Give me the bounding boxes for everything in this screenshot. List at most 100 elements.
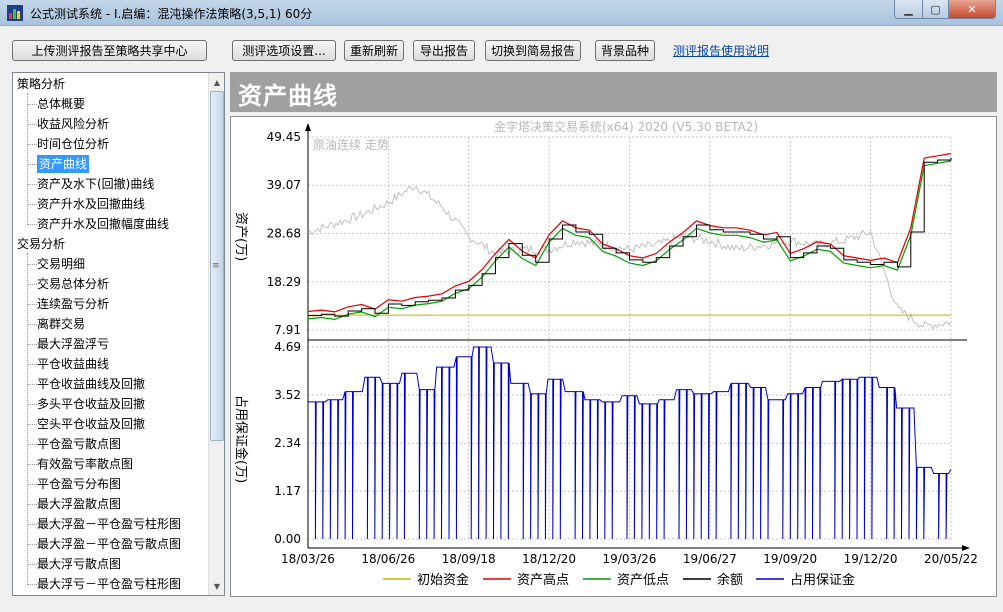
scroll-down-icon[interactable]: ▼ (210, 578, 224, 594)
tree-group[interactable]: 交易分析 (17, 235, 65, 253)
tree-item[interactable]: 最大浮盈散点图 (37, 495, 121, 513)
tree-item[interactable]: 平仓盈亏分布图 (37, 475, 121, 493)
x-tick-label: 18/09/18 (442, 552, 496, 566)
upload-report-button[interactable]: 上传测评报告至策略共享中心 (12, 40, 207, 61)
y-tick-label: 1.17 (274, 484, 301, 498)
tree-item[interactable]: 连续盈亏分析 (37, 295, 109, 313)
tree-connector (27, 284, 37, 285)
legend-label: 资产高点 (517, 572, 569, 588)
y-tick-label: 2.34 (274, 436, 301, 450)
app-icon (7, 5, 23, 21)
watermark: 金字塔决策交易系统(x64) 2020 (V5.30 BETA2) (494, 119, 758, 134)
y-tick-label: 39.07 (267, 178, 301, 192)
tree-item[interactable]: 资产升水及回撤曲线 (37, 195, 145, 213)
legend-label: 占用保证金 (790, 572, 855, 588)
maximize-icon: ▢ (930, 2, 941, 16)
tree-item[interactable]: 离群交易 (37, 315, 85, 333)
title-bar: 公式测试系统 - I.启编：混沌操作法策略(3,5,1) 60分 ▁ ▢ ✕ (0, 0, 1003, 26)
y-tick-label: 0.00 (274, 532, 301, 546)
tree-item[interactable]: 最大浮亏散点图 (37, 555, 121, 573)
tree-item[interactable]: 资产及水下(回撤)曲线 (37, 175, 154, 193)
tree-connector (27, 544, 37, 545)
x-tick-label: 18/06/26 (361, 552, 415, 566)
tree-connector (27, 444, 37, 445)
refresh-button[interactable]: 重新刷新 (344, 40, 404, 61)
tree-connector (27, 564, 37, 565)
close-button[interactable]: ✕ (948, 0, 996, 19)
tree-connector (27, 304, 37, 305)
tree-scrollbar[interactable]: ▲ ≡ ▼ (208, 73, 224, 595)
tree-connector (27, 504, 37, 505)
legend-label: 初始资金 (417, 572, 469, 588)
tree-item[interactable]: 平仓收益曲线及回撤 (37, 375, 145, 393)
background-symbol-button[interactable]: 背景品种 (595, 40, 655, 61)
x-tick-label: 19/03/26 (603, 552, 657, 566)
y-tick-label: 3.52 (274, 388, 301, 402)
y-tick-label: 28.68 (267, 227, 301, 241)
y-tick-label: 7.91 (274, 323, 301, 337)
tree-connector (27, 364, 37, 365)
tree-item[interactable]: 交易明细 (37, 255, 85, 273)
y-axis-arrow-icon (305, 123, 311, 131)
tree-item[interactable]: 空头平仓收益及回撤 (37, 415, 145, 433)
tree-connector (27, 584, 37, 585)
window-title: 公式测试系统 - I.启编：混沌操作法策略(3,5,1) 60分 (30, 7, 313, 21)
background-series-label: 原油连续 走势 (313, 137, 389, 152)
tree-connector (27, 424, 37, 425)
legend-label: 余额 (717, 572, 743, 588)
tree-connector (27, 144, 37, 145)
equity-chart: 18/03/26 18/06/26 18/09/18 18/12/20 19/03/26… (230, 116, 997, 597)
panel-title: 资产曲线 (238, 82, 338, 110)
report-tree: 策略分析总体概要收益风险分析 时间仓位分析 资产曲线资产及水下(回撤)曲线 资产升水及… (12, 72, 225, 596)
close-icon: ✕ (967, 2, 977, 16)
legend-label: 资产低点 (617, 573, 669, 588)
panel-header: 资产曲线 (230, 72, 997, 112)
tree-item[interactable]: 最大浮盈－平仓盈亏散点图 (37, 535, 181, 553)
y-tick-label: 18.29 (267, 275, 301, 289)
minimize-icon: ▁ (904, 2, 913, 16)
tree-item[interactable]: 资产曲线 (37, 155, 90, 173)
tree-item[interactable]: 最大浮盈浮亏 (37, 335, 109, 353)
tree-item[interactable]: 有效盈亏率散点图 (37, 455, 133, 473)
minimize-button[interactable]: ▁ (894, 0, 923, 19)
tree-item[interactable]: 资产升水及回撤幅度曲线 (37, 215, 169, 233)
tree-connector (27, 324, 37, 325)
tree-item[interactable]: 最大浮亏－平仓盈亏柱形图 (37, 575, 181, 593)
x-tick-label: 18/03/26 (281, 552, 335, 566)
tree-item[interactable]: 最大浮盈－平仓盈亏柱形图 (37, 515, 181, 533)
scroll-up-icon[interactable]: ▲ (210, 74, 224, 90)
tree-connector (27, 384, 37, 385)
tree-item[interactable]: 多头平仓收益及回撤 (37, 395, 145, 413)
tree-item[interactable]: 平仓收益曲线 (37, 355, 109, 373)
tree-content: 策略分析总体概要收益风险分析 时间仓位分析 资产曲线资产及水下(回撤)曲线 资产升水及… (13, 73, 209, 595)
tree-connector (27, 104, 37, 105)
tree-connector (27, 464, 37, 465)
switch-simple-report-button[interactable]: 切换到简易报告 (485, 40, 581, 61)
tree-item[interactable]: 总体概要 (37, 95, 85, 113)
y-axis-label-bottom: 占用保证金(万) (233, 395, 249, 483)
tree-connector (27, 484, 37, 485)
report-help-link[interactable]: 测评报告使用说明 (673, 42, 769, 59)
tree-item[interactable]: 收益风险分析 (37, 115, 109, 133)
test-options-button[interactable]: 测评选项设置... (232, 40, 336, 61)
tree-item[interactable]: 平仓盈亏散点图 (37, 435, 121, 453)
x-tick-label: 18/12/20 (522, 552, 576, 566)
tree-group[interactable]: 策略分析 (17, 75, 65, 93)
x-axis-arrow-icon (962, 545, 970, 551)
x-tick-label: 19/09/20 (763, 552, 817, 566)
tree-connector (27, 93, 28, 225)
maximize-button[interactable]: ▢ (922, 0, 949, 19)
y-tick-label: 4.69 (274, 340, 301, 354)
tree-item[interactable]: 时间仓位分析 (37, 135, 109, 153)
tree-connector (27, 524, 37, 525)
tree-connector (27, 184, 37, 185)
tree-connector (27, 264, 37, 265)
tree-connector (27, 253, 28, 585)
equity-chart-svg: 18/03/26 18/06/26 18/09/18 18/12/20 19/03/26… (233, 119, 978, 588)
tree-item[interactable]: 交易总体分析 (37, 275, 109, 293)
x-tick-label: 19/06/27 (683, 552, 737, 566)
y-tick-label: 49.45 (267, 130, 301, 144)
tree-connector (27, 204, 37, 205)
y-axis-label-top: 资产(万) (233, 212, 248, 261)
export-report-button[interactable]: 导出报告 (413, 40, 475, 61)
